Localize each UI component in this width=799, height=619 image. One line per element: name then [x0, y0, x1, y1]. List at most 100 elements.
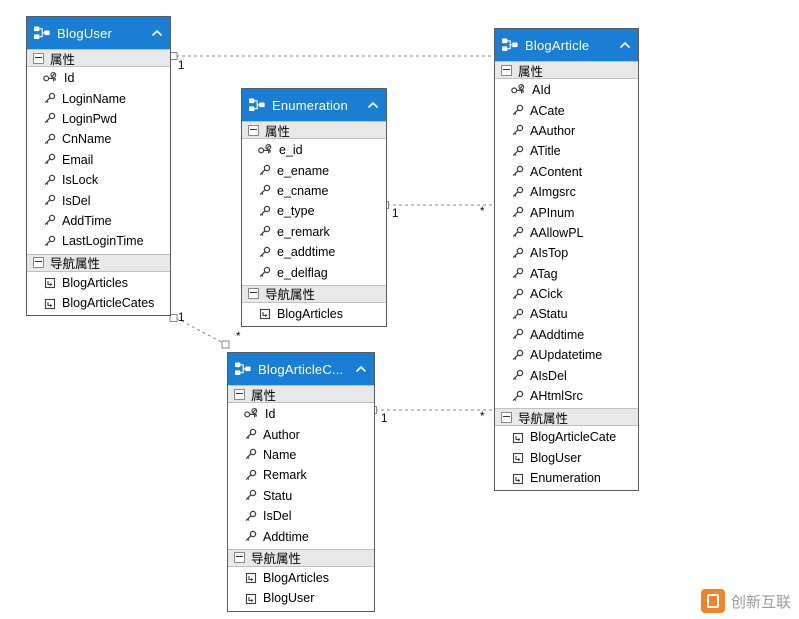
entity-blogarticlecate[interactable]: BlogArticleC...属性Id Author NameRemarkStatu… [227, 352, 375, 612]
section-rows: BlogArticles [242, 303, 386, 326]
section-rows: IdLoginNameLoginPwdCnNameEmailIsLockIsDe… [27, 67, 170, 254]
list-item-label: BlogUser [263, 591, 314, 605]
navigation-property-icon [511, 451, 524, 464]
list-item[interactable]: LoginName [27, 88, 170, 108]
list-item[interactable]: Enumeration [495, 468, 638, 488]
section-header[interactable]: 属性 [495, 61, 638, 79]
property-icon [43, 174, 56, 187]
list-item[interactable]: e_type [242, 201, 386, 221]
list-item[interactable]: IsDel [228, 506, 374, 526]
list-item[interactable]: AHtmlSrc [495, 386, 638, 406]
collapse-expander-icon[interactable] [248, 288, 259, 299]
list-item[interactable]: BlogUser [495, 448, 638, 468]
section-rows: e_ide_enamee_cnamee_typee_remarke_addtim… [242, 139, 386, 285]
list-item[interactable]: e_remark [242, 222, 386, 242]
list-item[interactable]: BlogArticleCate [495, 427, 638, 447]
collapse-expander-icon[interactable] [501, 65, 512, 76]
list-item[interactable]: CnName [27, 129, 170, 149]
property-icon [511, 104, 524, 117]
chevron-up-icon[interactable] [354, 362, 368, 376]
list-item[interactable]: AAuthor [495, 121, 638, 141]
list-item-label: BlogArticles [263, 571, 329, 585]
section-header[interactable]: 导航属性 [27, 254, 170, 272]
list-item[interactable]: BlogArticles [228, 568, 374, 588]
list-item[interactable]: IsLock [27, 170, 170, 190]
list-item[interactable]: Statu [228, 486, 374, 506]
list-item[interactable]: BlogArticles [242, 304, 386, 324]
list-item[interactable]: Addtime [228, 526, 374, 546]
list-item[interactable]: BlogArticleCates [27, 293, 170, 313]
section-rows: BlogArticleCateBlogUser Enumeration [495, 426, 638, 490]
collapse-expander-icon[interactable] [33, 53, 44, 64]
entity-blogarticle[interactable]: BlogArticle属性AIdACateAAuthorATitleAConte… [494, 28, 639, 491]
list-item[interactable]: e_id [242, 140, 386, 160]
section-header[interactable]: 属性 [242, 121, 386, 139]
list-item[interactable]: ACick [495, 284, 638, 304]
list-item[interactable]: AAllowPL [495, 223, 638, 243]
collapse-expander-icon[interactable] [501, 412, 512, 423]
list-item[interactable]: LastLoginTime [27, 231, 170, 251]
list-item[interactable]: AContent [495, 162, 638, 182]
list-item[interactable]: BlogUser [228, 588, 374, 608]
entity-bloguser[interactable]: BlogUser属性IdLoginNameLoginPwdCnNameEmail… [26, 16, 171, 316]
list-item[interactable]: Author [228, 424, 374, 444]
list-item-label: e_delflag [277, 266, 328, 280]
list-item-label: Author [263, 428, 300, 442]
list-item[interactable]: IsDel [27, 190, 170, 210]
list-item[interactable]: AIsDel [495, 365, 638, 385]
list-item[interactable]: Name [228, 445, 374, 465]
entity-header[interactable]: BlogUser [27, 17, 170, 49]
list-item[interactable]: BlogArticles [27, 273, 170, 293]
section-header[interactable]: 属性 [228, 385, 374, 403]
section-rows: BlogArticles BlogArticleCates [27, 272, 170, 316]
list-item-label: BlogArticleCates [62, 296, 154, 310]
property-icon [244, 448, 257, 461]
list-item[interactable]: Remark [228, 465, 374, 485]
list-item-label: AImgsrc [530, 185, 576, 199]
entity-enumeration[interactable]: Enumeration属性e_ide_enamee_cnamee_typee_r… [241, 88, 387, 327]
list-item-label: IsDel [263, 509, 291, 523]
list-item-label: Enumeration [530, 471, 601, 485]
list-item-label: AIsTop [530, 246, 568, 260]
chevron-up-icon[interactable] [366, 98, 380, 112]
list-item[interactable]: ATitle [495, 141, 638, 161]
list-item[interactable]: e_ename [242, 160, 386, 180]
list-item[interactable]: AImgsrc [495, 182, 638, 202]
entity-header[interactable]: BlogArticleC... [228, 353, 374, 385]
list-item[interactable]: e_cname [242, 181, 386, 201]
property-icon [511, 390, 524, 403]
list-item[interactable]: e_delflag [242, 262, 386, 282]
property-icon [244, 530, 257, 543]
list-item[interactable]: Email [27, 150, 170, 170]
property-icon [511, 308, 524, 321]
collapse-expander-icon[interactable] [234, 552, 245, 563]
section-header[interactable]: 导航属性 [242, 285, 386, 303]
section-rows: AIdACateAAuthorATitleAContent AImgsrc APIn… [495, 79, 638, 408]
list-item[interactable]: LoginPwd [27, 109, 170, 129]
list-item[interactable]: ATag [495, 264, 638, 284]
list-item[interactable]: APInum [495, 202, 638, 222]
entity-header[interactable]: BlogArticle [495, 29, 638, 61]
list-item[interactable]: AIsTop [495, 243, 638, 263]
list-item[interactable]: e_addtime [242, 242, 386, 262]
list-item[interactable]: AStatu [495, 304, 638, 324]
collapse-expander-icon[interactable] [234, 389, 245, 400]
list-item[interactable]: AId [495, 80, 638, 100]
entity-header[interactable]: Enumeration [242, 89, 386, 121]
list-item-label: AUpdatetime [530, 348, 602, 362]
section-header[interactable]: 属性 [27, 49, 170, 67]
section-header[interactable]: 导航属性 [228, 549, 374, 567]
list-item[interactable]: AUpdatetime [495, 345, 638, 365]
list-item-label: APInum [530, 206, 574, 220]
list-item[interactable]: AddTime [27, 211, 170, 231]
chevron-up-icon[interactable] [618, 38, 632, 52]
watermark-logo-icon [701, 589, 725, 613]
list-item[interactable]: Id [228, 404, 374, 424]
list-item[interactable]: Id [27, 68, 170, 88]
list-item[interactable]: ACate [495, 100, 638, 120]
chevron-up-icon[interactable] [150, 26, 164, 40]
section-header[interactable]: 导航属性 [495, 408, 638, 426]
list-item[interactable]: AAddtime [495, 325, 638, 345]
collapse-expander-icon[interactable] [248, 125, 259, 136]
collapse-expander-icon[interactable] [33, 257, 44, 268]
